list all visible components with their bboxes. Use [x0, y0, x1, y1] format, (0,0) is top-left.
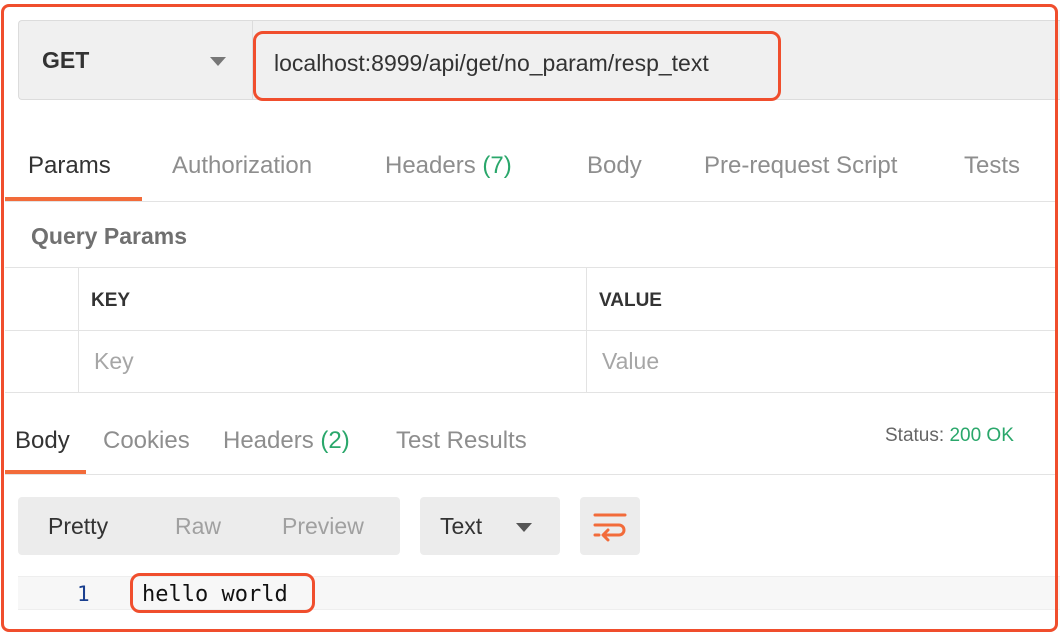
tab-authorization[interactable]: Authorization: [172, 152, 312, 180]
view-mode-selector: Pretty Raw Preview: [18, 497, 400, 555]
tab-headers[interactable]: Headers (7): [385, 152, 512, 180]
pretty-button[interactable]: Pretty: [48, 513, 108, 540]
row-divider: [5, 330, 1057, 331]
params-table: KEY VALUE Key Value: [5, 268, 1057, 393]
status-indicator: Status: 200 OK: [885, 425, 1014, 447]
tab-prerequest-script[interactable]: Pre-request Script: [704, 152, 897, 180]
raw-button[interactable]: Raw: [175, 513, 221, 540]
active-tab-indicator: [5, 470, 86, 474]
tab-headers-label: Headers: [385, 152, 476, 179]
tab-tests[interactable]: Tests: [964, 152, 1020, 180]
status-label: Status:: [885, 425, 945, 446]
format-label: Text: [440, 513, 483, 539]
chevron-down-icon: [210, 57, 226, 66]
line-number: 1: [77, 582, 90, 606]
key-column-header: KEY: [91, 290, 131, 311]
wrap-lines-icon: [593, 513, 627, 542]
response-highlight-box: [130, 573, 315, 613]
preview-button[interactable]: Preview: [282, 513, 364, 540]
method-select[interactable]: GET: [19, 21, 253, 99]
headers-count-badge: (7): [482, 152, 512, 179]
format-select[interactable]: Text: [420, 497, 560, 555]
request-tabs: Params Authorization Headers (7) Body Pr…: [5, 122, 1057, 202]
value-column-header: VALUE: [599, 290, 662, 311]
status-badge: 200 OK: [949, 425, 1014, 446]
chevron-down-icon: [516, 523, 532, 532]
url-highlight-box: [253, 31, 781, 101]
tab-response-headers[interactable]: Headers (2): [223, 427, 350, 455]
tab-response-headers-label: Headers: [223, 427, 314, 454]
query-params-title: Query Params: [31, 223, 187, 249]
response-headers-count-badge: (2): [320, 427, 350, 454]
tab-cookies[interactable]: Cookies: [103, 427, 190, 455]
tab-response-body[interactable]: Body: [15, 427, 70, 455]
wrap-lines-button[interactable]: [580, 497, 640, 555]
tab-params[interactable]: Params: [28, 152, 111, 180]
key-input[interactable]: Key: [94, 348, 134, 375]
value-input[interactable]: Value: [602, 348, 659, 375]
response-tabs: Body Cookies Headers (2) Test Results St…: [5, 405, 1057, 475]
active-tab-indicator: [5, 197, 142, 201]
method-label: GET: [42, 46, 90, 73]
tab-test-results[interactable]: Test Results: [396, 427, 527, 455]
tab-body[interactable]: Body: [587, 152, 642, 180]
